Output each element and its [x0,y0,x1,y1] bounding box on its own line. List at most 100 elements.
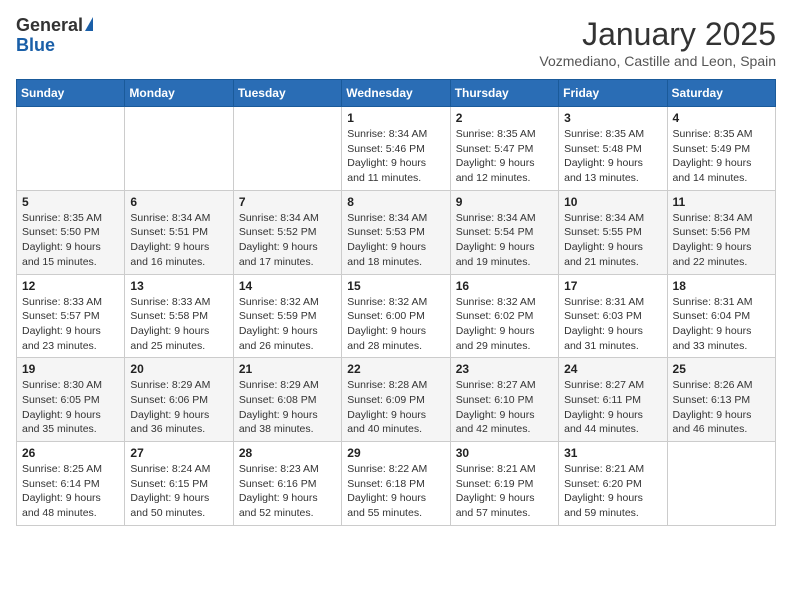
day-number: 14 [239,279,336,293]
calendar-day-cell: 9 Sunrise: 8:34 AMSunset: 5:54 PMDaylight… [450,190,558,274]
calendar-day-cell: 10 Sunrise: 8:34 AMSunset: 5:55 PMDayligh… [559,190,667,274]
calendar-day-cell: 3Sunrise: 8:35 AMSunset: 5:48 PMDaylight… [559,107,667,191]
weekday-header: Wednesday [342,80,450,107]
day-number: 17 [564,279,661,293]
day-number: 15 [347,279,444,293]
logo-blue: Blue [16,35,55,55]
calendar-week-row: 5 Sunrise: 8:35 AMSunset: 5:50 PMDaylight… [17,190,776,274]
day-number: 8 [347,195,444,209]
calendar-day-cell: 29 Sunrise: 8:22 AMSunset: 6:18 PMDayligh… [342,442,450,526]
day-info: Sunrise: 8:25 AMSunset: 6:14 PMDaylight:… [22,462,119,521]
logo-general: General [16,16,83,36]
day-number: 29 [347,446,444,460]
day-number: 5 [22,195,119,209]
day-info: Sunrise: 8:22 AMSunset: 6:18 PMDaylight:… [347,462,444,521]
calendar-day-cell [17,107,125,191]
calendar-day-cell: 14 Sunrise: 8:32 AMSunset: 5:59 PMDayligh… [233,274,341,358]
calendar-week-row: 12 Sunrise: 8:33 AMSunset: 5:57 PMDayligh… [17,274,776,358]
day-info: Sunrise: 8:31 AMSunset: 6:04 PMDaylight:… [673,295,770,354]
weekday-header: Tuesday [233,80,341,107]
day-number: 19 [22,362,119,376]
day-number: 22 [347,362,444,376]
day-number: 27 [130,446,227,460]
day-info: Sunrise: 8:34 AMSunset: 5:56 PMDaylight:… [673,211,770,270]
day-number: 18 [673,279,770,293]
calendar-day-cell: 12 Sunrise: 8:33 AMSunset: 5:57 PMDayligh… [17,274,125,358]
calendar-day-cell: 28Sunrise: 8:23 AMSunset: 6:16 PMDayligh… [233,442,341,526]
calendar-day-cell: 22 Sunrise: 8:28 AMSunset: 6:09 PMDayligh… [342,358,450,442]
calendar-day-cell: 21Sunrise: 8:29 AMSunset: 6:08 PMDayligh… [233,358,341,442]
calendar-day-cell: 27 Sunrise: 8:24 AMSunset: 6:15 PMDayligh… [125,442,233,526]
day-number: 30 [456,446,553,460]
day-info: Sunrise: 8:33 AMSunset: 5:58 PMDaylight:… [130,295,227,354]
day-number: 12 [22,279,119,293]
day-info: Sunrise: 8:34 AMSunset: 5:54 PMDaylight:… [456,211,553,270]
calendar-day-cell [667,442,775,526]
calendar-day-cell: 31 Sunrise: 8:21 AMSunset: 6:20 PMDayligh… [559,442,667,526]
day-info: Sunrise: 8:24 AMSunset: 6:15 PMDaylight:… [130,462,227,521]
day-info: Sunrise: 8:29 AMSunset: 6:06 PMDaylight:… [130,378,227,437]
calendar-day-cell: 19 Sunrise: 8:30 AMSunset: 6:05 PMDayligh… [17,358,125,442]
weekday-header: Thursday [450,80,558,107]
calendar-day-cell: 25Sunrise: 8:26 AMSunset: 6:13 PMDayligh… [667,358,775,442]
day-info: Sunrise: 8:35 AMSunset: 5:50 PMDaylight:… [22,211,119,270]
location-subtitle: Vozmediano, Castille and Leon, Spain [539,53,776,69]
day-info: Sunrise: 8:28 AMSunset: 6:09 PMDaylight:… [347,378,444,437]
calendar-week-row: 26 Sunrise: 8:25 AMSunset: 6:14 PMDayligh… [17,442,776,526]
day-info: Sunrise: 8:26 AMSunset: 6:13 PMDaylight:… [673,378,770,437]
day-info: Sunrise: 8:34 AMSunset: 5:53 PMDaylight:… [347,211,444,270]
calendar-day-cell: 23Sunrise: 8:27 AMSunset: 6:10 PMDayligh… [450,358,558,442]
day-number: 13 [130,279,227,293]
weekday-header: Monday [125,80,233,107]
calendar-day-cell: 26 Sunrise: 8:25 AMSunset: 6:14 PMDayligh… [17,442,125,526]
day-info: Sunrise: 8:32 AMSunset: 6:00 PMDaylight:… [347,295,444,354]
day-number: 11 [673,195,770,209]
day-number: 9 [456,195,553,209]
weekday-header-row: SundayMondayTuesdayWednesdayThursdayFrid… [17,80,776,107]
day-number: 1 [347,111,444,125]
day-number: 7 [239,195,336,209]
day-info: Sunrise: 8:33 AMSunset: 5:57 PMDaylight:… [22,295,119,354]
weekday-header: Friday [559,80,667,107]
day-info: Sunrise: 8:21 AMSunset: 6:20 PMDaylight:… [564,462,661,521]
calendar-day-cell [233,107,341,191]
calendar-day-cell [125,107,233,191]
day-number: 2 [456,111,553,125]
logo: General Blue [16,16,93,56]
day-info: Sunrise: 8:27 AMSunset: 6:10 PMDaylight:… [456,378,553,437]
calendar-table: SundayMondayTuesdayWednesdayThursdayFrid… [16,79,776,526]
page-header: General Blue January 2025 Vozmediano, Ca… [16,16,776,69]
day-info: Sunrise: 8:34 AMSunset: 5:46 PMDaylight:… [347,127,444,186]
day-info: Sunrise: 8:21 AMSunset: 6:19 PMDaylight:… [456,462,553,521]
calendar-day-cell: 1 Sunrise: 8:34 AMSunset: 5:46 PMDaylight… [342,107,450,191]
calendar-day-cell: 7Sunrise: 8:34 AMSunset: 5:52 PMDaylight… [233,190,341,274]
day-number: 28 [239,446,336,460]
day-info: Sunrise: 8:35 AMSunset: 5:48 PMDaylight:… [564,127,661,186]
day-number: 20 [130,362,227,376]
calendar-day-cell: 15 Sunrise: 8:32 AMSunset: 6:00 PMDayligh… [342,274,450,358]
day-number: 10 [564,195,661,209]
weekday-header: Sunday [17,80,125,107]
calendar-day-cell: 16Sunrise: 8:32 AMSunset: 6:02 PMDayligh… [450,274,558,358]
calendar-day-cell: 5 Sunrise: 8:35 AMSunset: 5:50 PMDaylight… [17,190,125,274]
day-info: Sunrise: 8:30 AMSunset: 6:05 PMDaylight:… [22,378,119,437]
day-number: 21 [239,362,336,376]
weekday-header: Saturday [667,80,775,107]
calendar-week-row: 19 Sunrise: 8:30 AMSunset: 6:05 PMDayligh… [17,358,776,442]
calendar-day-cell: 24 Sunrise: 8:27 AMSunset: 6:11 PMDayligh… [559,358,667,442]
calendar-day-cell: 6Sunrise: 8:34 AMSunset: 5:51 PMDaylight… [125,190,233,274]
day-info: Sunrise: 8:34 AMSunset: 5:55 PMDaylight:… [564,211,661,270]
logo-triangle-icon [85,17,93,31]
day-number: 26 [22,446,119,460]
day-info: Sunrise: 8:35 AMSunset: 5:47 PMDaylight:… [456,127,553,186]
day-number: 24 [564,362,661,376]
day-info: Sunrise: 8:35 AMSunset: 5:49 PMDaylight:… [673,127,770,186]
day-info: Sunrise: 8:32 AMSunset: 5:59 PMDaylight:… [239,295,336,354]
day-info: Sunrise: 8:34 AMSunset: 5:51 PMDaylight:… [130,211,227,270]
day-number: 31 [564,446,661,460]
calendar-day-cell: 18 Sunrise: 8:31 AMSunset: 6:04 PMDayligh… [667,274,775,358]
day-info: Sunrise: 8:27 AMSunset: 6:11 PMDaylight:… [564,378,661,437]
calendar-day-cell: 20 Sunrise: 8:29 AMSunset: 6:06 PMDayligh… [125,358,233,442]
month-title: January 2025 [539,16,776,53]
calendar-day-cell: 2 Sunrise: 8:35 AMSunset: 5:47 PMDaylight… [450,107,558,191]
